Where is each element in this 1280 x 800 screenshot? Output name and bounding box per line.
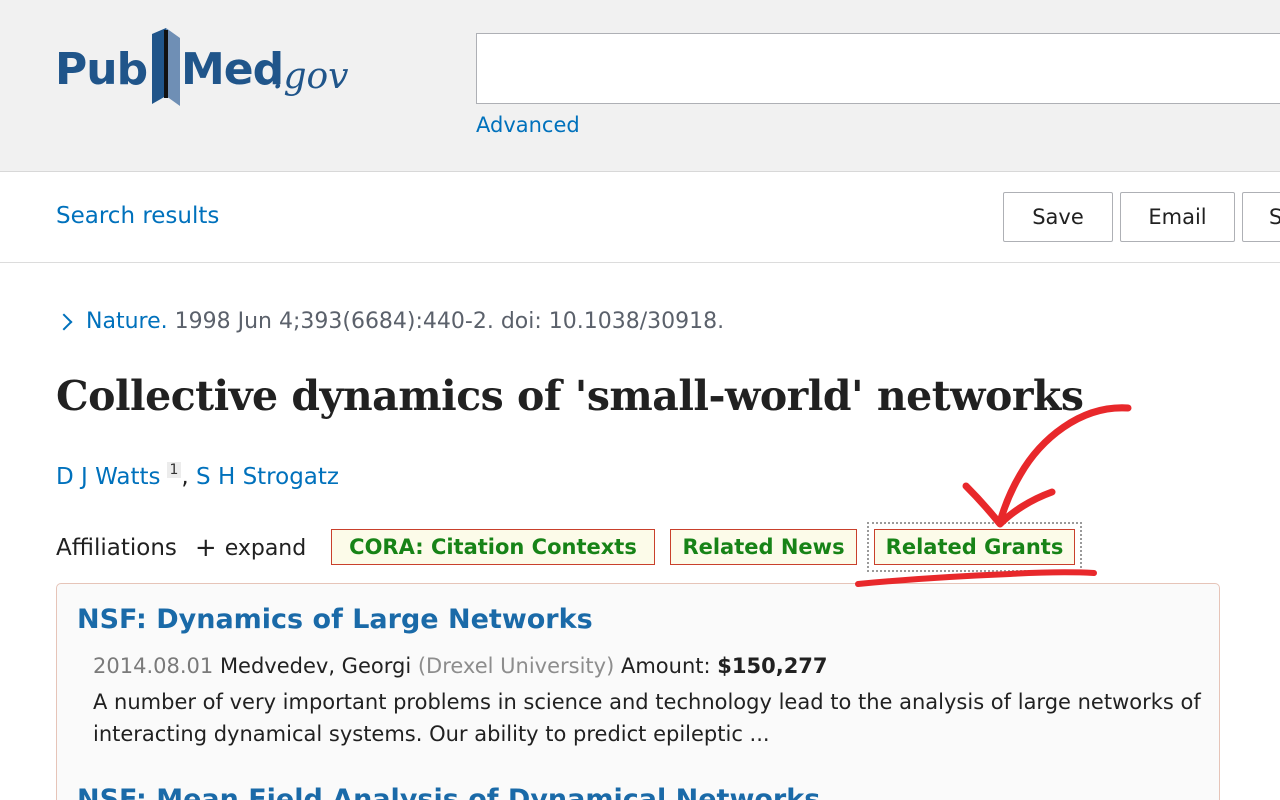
logo-med-text: Med: [181, 44, 284, 95]
grant-meta: 2014.08.01 Medvedev, Georgi (Drexel Univ…: [93, 654, 828, 678]
affiliation-number[interactable]: 1: [166, 462, 182, 478]
pubmed-logo[interactable]: Pub Med .gov: [55, 26, 355, 110]
grant-date: 2014.08.01: [93, 654, 214, 678]
grant-amount-label: Amount:: [620, 654, 711, 678]
grant-amount: $150,277: [717, 654, 828, 678]
expand-affiliations-button[interactable]: + expand: [195, 533, 306, 563]
grant-description: A number of very important problems in s…: [93, 690, 1201, 746]
grant-pi: Medvedev, Georgi: [219, 654, 412, 678]
send-to-button[interactable]: S: [1242, 192, 1280, 242]
grant-title-link[interactable]: NSF: Dynamics of Large Networks: [77, 604, 593, 635]
related-grants-tab[interactable]: Related Grants: [867, 522, 1082, 572]
cora-citation-contexts-tab[interactable]: CORA: Citation Contexts: [331, 529, 655, 565]
author-separator: ,: [181, 464, 197, 490]
expand-label: expand: [224, 535, 307, 561]
journal-link[interactable]: Nature.: [86, 309, 168, 334]
email-button[interactable]: Email: [1120, 192, 1235, 242]
logo-pub-text: Pub: [55, 44, 148, 95]
related-grants-panel: NSF: Dynamics of Large Networks 2014.08.…: [56, 583, 1220, 800]
logo-gov-text: .gov: [272, 56, 349, 97]
chevron-right-icon[interactable]: [55, 313, 73, 330]
grant-institution: (Drexel University): [417, 654, 615, 678]
author-link[interactable]: S H Strogatz: [196, 464, 339, 490]
plus-icon: +: [194, 533, 217, 563]
article-title: Collective dynamics of 'small-world' net…: [56, 372, 1084, 420]
affiliations-row: Affiliations + expand: [56, 530, 306, 566]
author-list: D J Watts 1, S H Strogatz: [56, 462, 339, 490]
book-icon: [152, 28, 180, 106]
advanced-search-link[interactable]: Advanced: [476, 113, 580, 137]
site-header: Pub Med .gov Advanced: [0, 0, 1280, 172]
search-results-link[interactable]: Search results: [56, 203, 219, 229]
grant-title-link[interactable]: NSF: Mean Field Analysis of Dynamical Ne…: [77, 784, 820, 800]
related-news-tab[interactable]: Related News: [670, 529, 857, 565]
save-button[interactable]: Save: [1003, 192, 1113, 242]
citation-details: 1998 Jun 4;393(6684):440-2. doi: 10.1038…: [174, 309, 725, 334]
article-toolbar: Search results Save Email S: [0, 173, 1280, 263]
search-input[interactable]: [476, 33, 1280, 104]
citation-line: Nature. 1998 Jun 4;393(6684):440-2. doi:…: [55, 309, 725, 334]
affiliations-label: Affiliations: [56, 535, 177, 561]
author-link[interactable]: D J Watts: [56, 464, 161, 490]
